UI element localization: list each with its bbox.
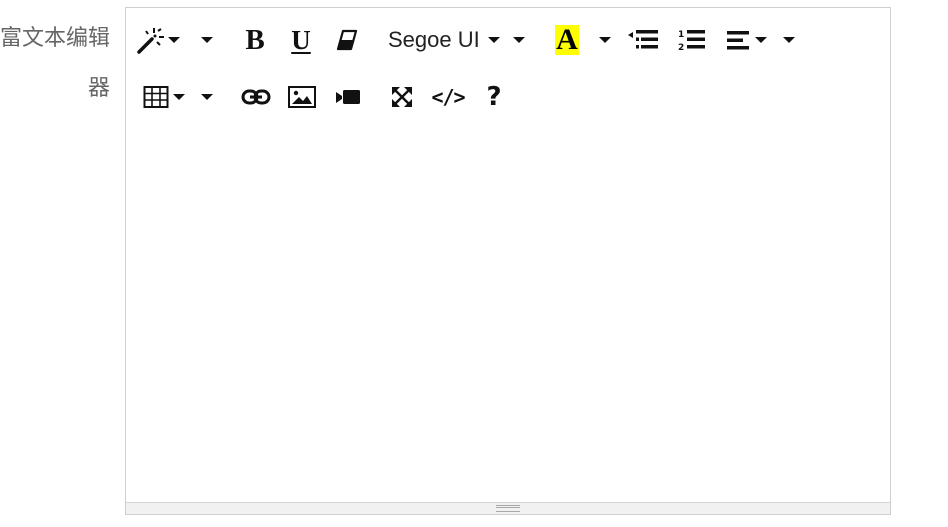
unordered-list-icon bbox=[627, 28, 661, 52]
help-icon: ? bbox=[486, 82, 502, 112]
rich-text-editor: B U Segoe UI A 1 2 </> ? bbox=[125, 7, 891, 515]
clear-format-button[interactable] bbox=[332, 22, 362, 58]
unordered-list-button[interactable] bbox=[626, 22, 662, 58]
chevron-down-icon bbox=[783, 37, 795, 43]
paragraph-button[interactable] bbox=[722, 22, 770, 58]
font-name-button[interactable]: Segoe UI bbox=[388, 22, 500, 58]
font-name-dropdown-toggle[interactable] bbox=[510, 22, 528, 58]
ordered-list-button[interactable]: 1 2 bbox=[674, 22, 710, 58]
align-left-icon bbox=[726, 29, 750, 51]
ordered-list-icon: 1 2 bbox=[677, 28, 707, 52]
font-name-value: Segoe UI bbox=[388, 27, 480, 52]
style-button[interactable] bbox=[137, 22, 180, 58]
chevron-down-icon bbox=[754, 37, 767, 43]
chevron-down-icon bbox=[168, 37, 180, 43]
bold-button[interactable]: B bbox=[240, 22, 270, 58]
resize-grip-icon bbox=[496, 505, 520, 512]
svg-text:1: 1 bbox=[678, 30, 684, 40]
picture-button[interactable] bbox=[284, 79, 320, 115]
style-dropdown-toggle[interactable] bbox=[198, 22, 216, 58]
code-icon: </> bbox=[431, 85, 465, 109]
font-color-dropdown-toggle[interactable] bbox=[596, 22, 614, 58]
editor-content-area[interactable] bbox=[126, 126, 890, 502]
fullscreen-button[interactable] bbox=[386, 79, 418, 115]
image-icon bbox=[287, 85, 317, 109]
editor-toolbar: B U Segoe UI A 1 2 </> ? bbox=[126, 8, 890, 126]
font-color-icon: A bbox=[555, 23, 579, 56]
magic-wand-icon bbox=[136, 25, 166, 55]
table-icon bbox=[143, 85, 169, 109]
table-button[interactable] bbox=[140, 79, 188, 115]
underline-icon: U bbox=[291, 24, 311, 55]
chevron-down-icon bbox=[201, 94, 213, 100]
chevron-down-icon bbox=[513, 37, 525, 43]
link-button[interactable] bbox=[238, 79, 274, 115]
underline-button[interactable]: U bbox=[286, 22, 316, 58]
chevron-down-icon bbox=[599, 37, 611, 43]
help-button[interactable]: ? bbox=[480, 79, 508, 115]
field-label: 富文本编辑器 bbox=[0, 26, 111, 101]
video-button[interactable] bbox=[330, 79, 366, 115]
link-icon bbox=[241, 87, 271, 107]
font-color-button[interactable]: A bbox=[552, 22, 582, 58]
bold-icon: B bbox=[245, 23, 265, 56]
chevron-down-icon bbox=[201, 37, 213, 43]
paragraph-dropdown-toggle[interactable] bbox=[780, 22, 798, 58]
fullscreen-icon bbox=[390, 85, 414, 109]
chevron-down-icon bbox=[173, 94, 185, 100]
table-dropdown-toggle[interactable] bbox=[198, 79, 216, 115]
video-icon bbox=[334, 87, 362, 107]
resize-bar[interactable] bbox=[126, 502, 890, 514]
eraser-icon bbox=[335, 28, 359, 52]
svg-text:2: 2 bbox=[678, 43, 684, 52]
chevron-down-icon bbox=[487, 37, 500, 43]
code-view-button[interactable]: </> bbox=[428, 79, 468, 115]
